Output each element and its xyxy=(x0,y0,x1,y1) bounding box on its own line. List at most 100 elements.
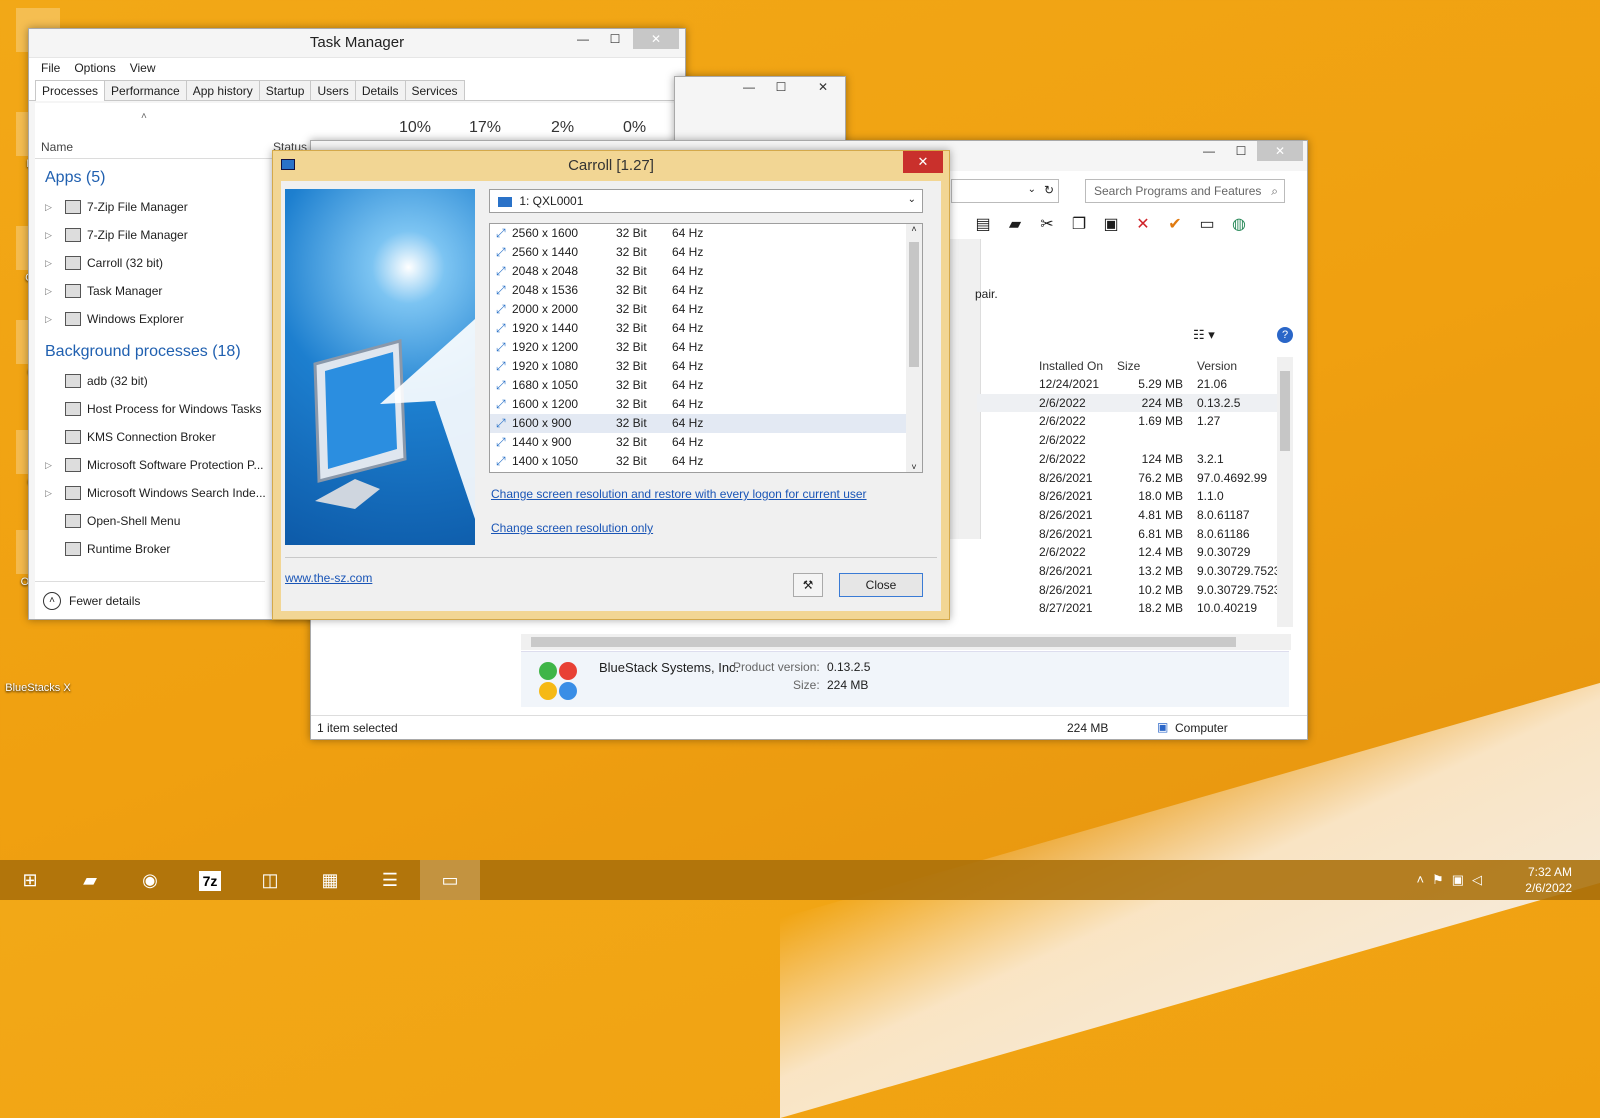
clock[interactable]: 7:32 AM 2/6/2022 xyxy=(1525,864,1572,896)
website-link[interactable]: www.the-sz.com xyxy=(285,571,372,585)
start-icon[interactable]: ⊞ xyxy=(0,860,60,900)
process-name: Host Process for Windows Tasks xyxy=(87,402,262,416)
vertical-scrollbar[interactable]: ˄ ˅ xyxy=(906,224,922,472)
resolution-row[interactable]: ⤢ 1600 x 900 32 Bit 64 Hz xyxy=(490,414,922,433)
expand-icon[interactable]: ▷ xyxy=(45,230,65,241)
tab-details[interactable]: Details xyxy=(354,80,406,100)
network-icon[interactable]: ▣ xyxy=(1452,872,1472,887)
close-icon[interactable]: ✕ xyxy=(633,29,679,49)
resolution-row[interactable]: ⤢ 1920 x 1440 32 Bit 64 Hz xyxy=(490,319,922,338)
resolution-row[interactable]: ⤢ 1920 x 1200 32 Bit 64 Hz xyxy=(490,338,922,357)
expand-icon[interactable]: ▷ xyxy=(45,202,65,213)
link-change-only[interactable]: Change screen resolution only xyxy=(491,521,653,535)
list-icon[interactable]: ☰ xyxy=(360,860,420,900)
search-input[interactable]: Search Programs and Features ⌕ xyxy=(1085,179,1285,203)
tab-users[interactable]: Users xyxy=(310,80,356,100)
resolution-row[interactable]: ⤢ 1600 x 1200 32 Bit 64 Hz xyxy=(490,395,922,414)
disk-percent[interactable]: 2% xyxy=(551,119,574,137)
volume-muted-icon[interactable]: ◁ xyxy=(1472,872,1490,887)
cut-icon[interactable]: ✂ xyxy=(1035,213,1059,237)
resolution-row[interactable]: ⤢ 1680 x 1050 32 Bit 64 Hz xyxy=(490,376,922,395)
link-change-restore[interactable]: Change screen resolution and restore wit… xyxy=(491,487,867,501)
chevron-down-icon[interactable]: ⌄ xyxy=(908,194,916,205)
sort-up-icon[interactable]: ˄ xyxy=(141,111,147,122)
wrench-button[interactable]: ⚒ xyxy=(793,573,823,597)
scroll-thumb[interactable] xyxy=(531,637,1236,647)
globe-icon[interactable]: ◍ xyxy=(1227,213,1251,237)
minimize-icon[interactable]: — xyxy=(1193,141,1225,161)
expand-icon[interactable]: ▷ xyxy=(45,488,65,499)
memory-percent[interactable]: 17% xyxy=(469,119,501,137)
menu-view[interactable]: View xyxy=(130,58,156,77)
computer-icon: ▣ xyxy=(1157,720,1169,734)
tray-chevron-icon[interactable]: ˄ xyxy=(1416,872,1432,887)
resolution-row[interactable]: ⤢ 2560 x 1440 32 Bit 64 Hz xyxy=(490,243,922,262)
tab-services[interactable]: Services xyxy=(404,80,465,100)
resolution-row[interactable]: ⤢ 2048 x 1536 32 Bit 64 Hz xyxy=(490,281,922,300)
view-options-icon[interactable]: ☷ ▾ xyxy=(1193,327,1215,343)
column-size[interactable]: Size xyxy=(1117,359,1140,373)
refresh-icon[interactable]: ↻ xyxy=(1044,183,1054,197)
tab-app-history[interactable]: App history xyxy=(185,80,260,100)
color-depth: 32 Bit xyxy=(616,321,647,335)
column-installed-on[interactable]: Installed On xyxy=(1039,359,1103,373)
paste-icon[interactable]: ▣ xyxy=(1099,213,1123,237)
tab-performance[interactable]: Performance xyxy=(104,80,187,100)
scroll-down-icon[interactable]: ˅ xyxy=(906,462,922,472)
minimize-icon[interactable]: — xyxy=(567,29,599,49)
copy-icon[interactable]: ❐ xyxy=(1067,213,1091,237)
chevron-down-icon[interactable]: ⌄ xyxy=(1028,184,1036,195)
resolution-row[interactable]: ⤢ 1920 x 1080 32 Bit 64 Hz xyxy=(490,357,922,376)
carroll-icon[interactable]: ▭ xyxy=(420,860,480,900)
search-icon[interactable]: ⌕ xyxy=(1271,184,1278,199)
expand-icon[interactable]: ▷ xyxy=(45,314,65,325)
delete-icon[interactable]: ✕ xyxy=(1131,213,1155,237)
action-center-icon[interactable]: ⚑ xyxy=(1432,872,1452,887)
column-name[interactable]: Name xyxy=(41,140,73,154)
column-version[interactable]: Version xyxy=(1197,359,1237,373)
resolution-row[interactable]: ⤢ 2000 x 2000 32 Bit 64 Hz xyxy=(490,300,922,319)
check-icon[interactable]: ✔ xyxy=(1163,213,1187,237)
resolution-row[interactable]: ⤢ 1400 x 1050 32 Bit 64 Hz xyxy=(490,452,922,471)
close-icon[interactable]: ✕ xyxy=(807,77,839,97)
resolution-row[interactable]: ⤢ 2048 x 2048 32 Bit 64 Hz xyxy=(490,262,922,281)
help-icon[interactable]: ? xyxy=(1277,327,1293,343)
menu-file[interactable]: File xyxy=(41,58,60,77)
7zip-icon[interactable]: 7z xyxy=(180,860,240,900)
expand-icon[interactable]: ▷ xyxy=(45,258,65,269)
maximize-icon[interactable]: ☐ xyxy=(765,77,797,97)
network-percent[interactable]: 0% xyxy=(623,119,646,137)
scroll-thumb[interactable] xyxy=(1280,371,1290,451)
menu-options[interactable]: Options xyxy=(74,58,115,77)
rename-icon[interactable]: ▭ xyxy=(1195,213,1219,237)
fewer-details-button[interactable]: ˄ Fewer details xyxy=(35,581,265,619)
vertical-scrollbar[interactable] xyxy=(1277,357,1293,627)
horizontal-scrollbar[interactable] xyxy=(521,634,1291,650)
cpu-percent[interactable]: 10% xyxy=(399,119,431,137)
task-manager-icon[interactable]: ◫ xyxy=(240,860,300,900)
close-button[interactable]: Close xyxy=(839,573,923,597)
layout-icon[interactable]: ▤ xyxy=(971,213,995,237)
resolution-list[interactable]: ⤢ 2560 x 1600 32 Bit 64 Hz ⤢ 2560 x 1440 32 Bi… xyxy=(489,223,923,473)
control-panel-icon[interactable]: ▦ xyxy=(300,860,360,900)
file-explorer-icon[interactable]: ▰ xyxy=(60,860,120,900)
address-bar[interactable]: ⌄ ↻ xyxy=(951,179,1059,203)
maximize-icon[interactable]: ☐ xyxy=(1225,141,1257,161)
folder-icon[interactable]: ▰ xyxy=(1003,213,1027,237)
scroll-up-icon[interactable]: ˄ xyxy=(906,224,922,234)
close-icon[interactable]: ✕ xyxy=(1257,141,1303,161)
desktop-icon[interactable]: BlueStacks X xyxy=(0,636,76,694)
monitor-dropdown[interactable]: 1: QXL0001 ⌄ xyxy=(489,189,923,213)
tab-startup[interactable]: Startup xyxy=(258,80,312,100)
minimize-icon[interactable]: — xyxy=(733,77,765,97)
expand-icon[interactable]: ▷ xyxy=(45,286,65,297)
maximize-icon[interactable]: ☐ xyxy=(599,29,631,49)
resolution-icon: ⤢ xyxy=(496,435,506,449)
scroll-thumb[interactable] xyxy=(909,242,919,367)
close-icon[interactable]: ✕ xyxy=(903,151,943,173)
tab-processes[interactable]: Processes xyxy=(35,80,106,101)
expand-icon[interactable]: ▷ xyxy=(45,460,65,471)
resolution-row[interactable]: ⤢ 2560 x 1600 32 Bit 64 Hz xyxy=(490,224,922,243)
chrome-icon[interactable]: ◉ xyxy=(120,860,180,900)
resolution-row[interactable]: ⤢ 1440 x 900 32 Bit 64 Hz xyxy=(490,433,922,452)
